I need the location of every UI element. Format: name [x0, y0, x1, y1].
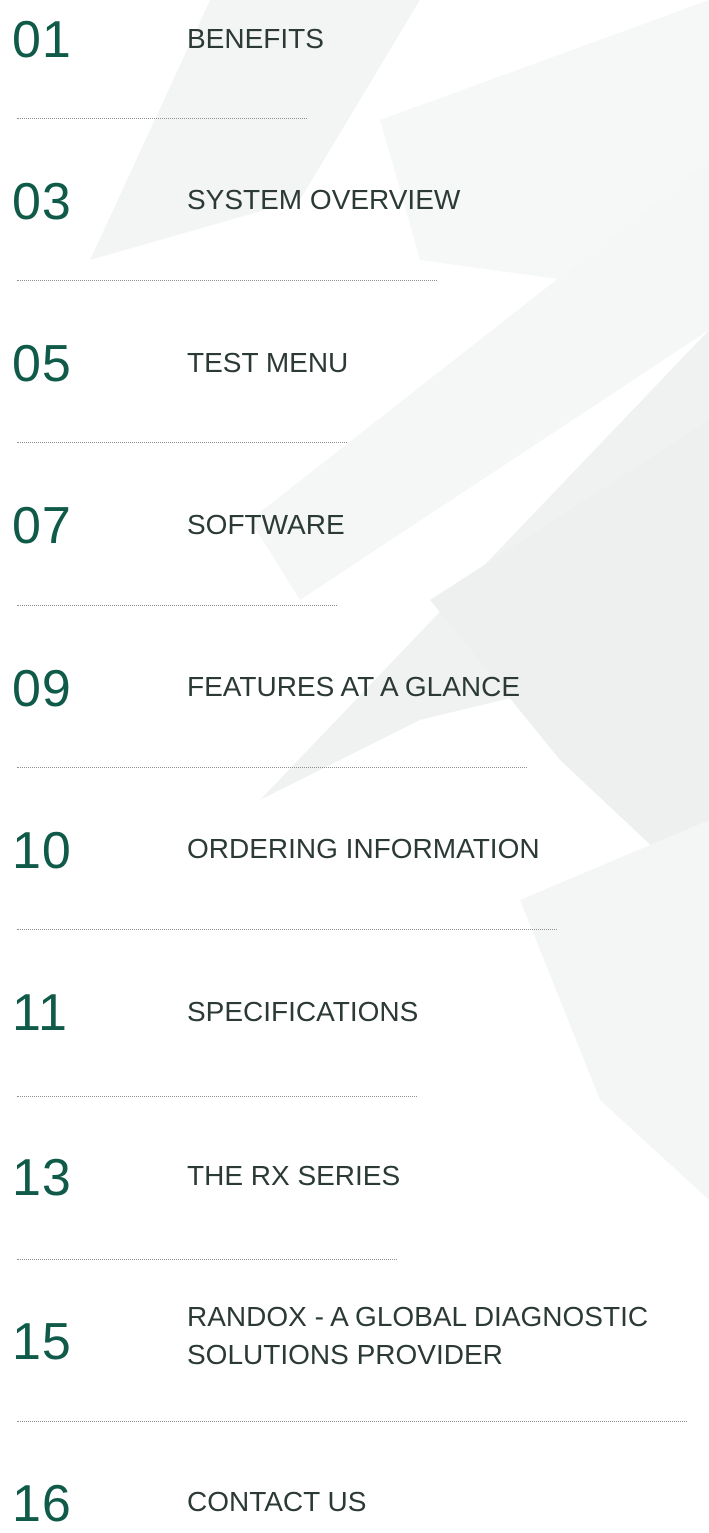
- toc-title: FEATURES AT A GLANCE: [187, 671, 520, 702]
- toc-page-number: 03: [12, 173, 72, 231]
- toc-divider: [17, 767, 527, 768]
- toc-page-number: 16: [12, 1475, 72, 1533]
- toc-title-line: RANDOX - A GLOBAL DIAGNOSTIC: [187, 1301, 649, 1332]
- toc-title: RANDOX - A GLOBAL DIAGNOSTIC SOLUTIONS P…: [187, 1298, 707, 1374]
- toc-divider: [17, 1096, 417, 1097]
- toc-page-number: 09: [12, 660, 72, 718]
- toc-title-line: SOLUTIONS PROVIDER: [187, 1339, 503, 1370]
- toc-title: TEST MENU: [187, 347, 349, 378]
- toc-divider: [17, 1259, 397, 1260]
- toc-title: ORDERING INFORMATION: [187, 833, 540, 864]
- toc-divider: [17, 280, 437, 281]
- toc-title: THE RX SERIES: [187, 1160, 401, 1191]
- toc-page-number: 11: [12, 984, 68, 1042]
- toc-divider: [17, 1421, 687, 1422]
- toc-title: SYSTEM OVERVIEW: [187, 184, 461, 215]
- toc-title: SOFTWARE: [187, 509, 345, 540]
- toc-page-number: 07: [12, 497, 72, 555]
- toc-page-number: 05: [12, 335, 72, 393]
- toc-page-number: 13: [12, 1149, 72, 1207]
- toc-title: BENEFITS: [187, 23, 324, 54]
- table-of-contents: 01 BENEFITS 03 SYSTEM OVERVIEW 05 TEST M…: [0, 0, 709, 1530]
- toc-page-number: 01: [12, 11, 72, 69]
- toc-page-number: 10: [12, 822, 72, 880]
- toc-divider: [17, 605, 337, 606]
- toc-page-number: 15: [12, 1313, 72, 1371]
- toc-divider: [17, 442, 347, 443]
- toc-divider: [17, 118, 307, 119]
- toc-divider: [17, 929, 557, 930]
- toc-title: SPECIFICATIONS: [187, 996, 419, 1027]
- toc-title: CONTACT US: [187, 1486, 367, 1517]
